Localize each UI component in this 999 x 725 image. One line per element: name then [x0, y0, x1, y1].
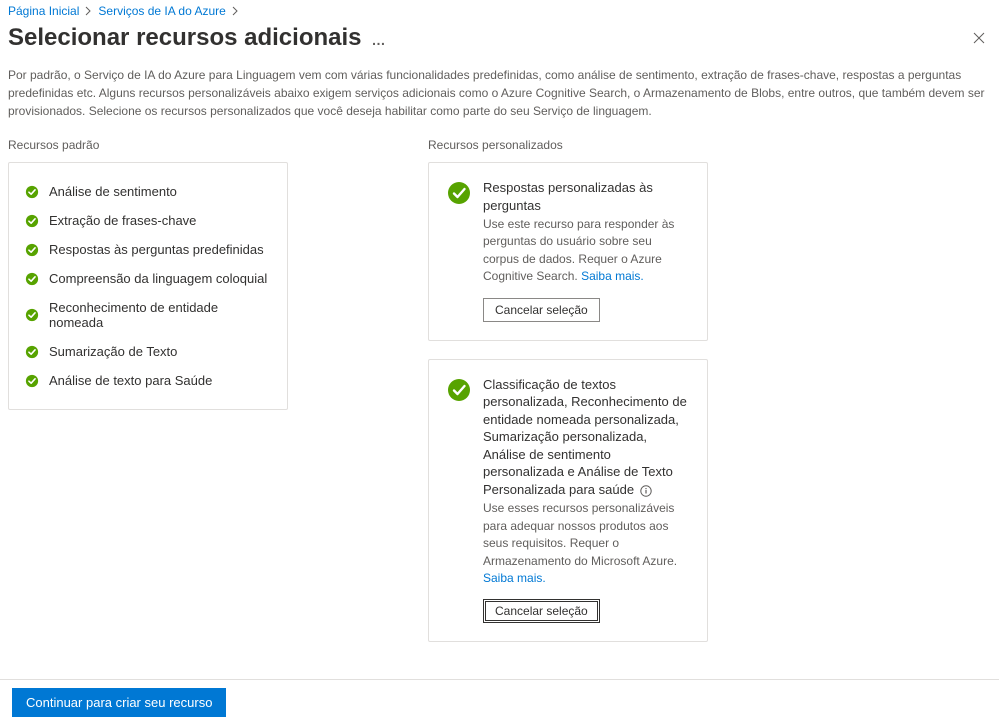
check-icon [25, 214, 39, 228]
learn-more-link[interactable]: Saiba mais. [483, 571, 546, 585]
breadcrumb-home[interactable]: Página Inicial [8, 4, 79, 18]
standard-feature-label: Extração de frases-chave [49, 213, 196, 228]
learn-more-link[interactable]: Saiba mais. [581, 269, 644, 283]
standard-feature-item: Análise de texto para Saúde [25, 366, 271, 395]
custom-feature-card: Classificação de textos personalizada, R… [428, 359, 708, 643]
standard-feature-label: Respostas às perguntas predefinidas [49, 242, 264, 257]
chevron-right-icon [85, 6, 92, 16]
custom-feature-title: Classificação de textos personalizada, R… [483, 376, 689, 499]
standard-feature-item: Compreensão da linguagem coloquial [25, 264, 271, 293]
standard-features-card: Análise de sentimento Extração de frases-… [8, 162, 288, 410]
standard-feature-item: Sumarização de Texto [25, 337, 271, 366]
info-icon[interactable] [640, 485, 652, 497]
custom-feature-title: Respostas personalizadas às perguntas [483, 179, 689, 214]
standard-feature-item: Extração de frases-chave [25, 206, 271, 235]
custom-feature-desc: Use este recurso para responder às pergu… [483, 216, 689, 286]
custom-feature-card: Respostas personalizadas às perguntasUse… [428, 162, 708, 341]
page-title: Selecionar recursos adicionais … [8, 24, 388, 52]
continue-button[interactable]: Continuar para criar seu recurso [12, 688, 226, 717]
check-icon [447, 181, 471, 205]
check-icon [25, 345, 39, 359]
close-icon [973, 32, 985, 44]
standard-feature-item: Respostas às perguntas predefinidas [25, 235, 271, 264]
standard-feature-label: Reconhecimento de entidade nomeada [49, 300, 271, 330]
check-icon [25, 308, 39, 322]
standard-feature-label: Compreensão da linguagem coloquial [49, 271, 267, 286]
standard-heading: Recursos padrão [8, 138, 288, 152]
standard-feature-item: Reconhecimento de entidade nomeada [25, 293, 271, 337]
close-button[interactable] [971, 30, 987, 46]
check-icon [25, 185, 39, 199]
chevron-right-icon [232, 6, 239, 16]
check-icon [25, 272, 39, 286]
check-icon [25, 243, 39, 257]
footer-bar: Continuar para criar seu recurso [0, 679, 999, 725]
check-icon [25, 374, 39, 388]
standard-feature-label: Análise de texto para Saúde [49, 373, 212, 388]
standard-feature-item: Análise de sentimento [25, 177, 271, 206]
cancel-selection-button[interactable]: Cancelar seleção [483, 599, 600, 623]
more-icon[interactable]: … [372, 32, 388, 48]
standard-feature-label: Sumarização de Texto [49, 344, 177, 359]
breadcrumb: Página Inicial Serviços de IA do Azure [8, 4, 991, 18]
custom-feature-desc: Use esses recursos personalizáveis para … [483, 500, 689, 587]
intro-text: Por padrão, o Serviço de IA do Azure par… [8, 66, 991, 120]
cancel-selection-button[interactable]: Cancelar seleção [483, 298, 600, 322]
custom-heading: Recursos personalizados [428, 138, 708, 152]
breadcrumb-services[interactable]: Serviços de IA do Azure [98, 4, 225, 18]
check-icon [447, 378, 471, 402]
standard-feature-label: Análise de sentimento [49, 184, 177, 199]
